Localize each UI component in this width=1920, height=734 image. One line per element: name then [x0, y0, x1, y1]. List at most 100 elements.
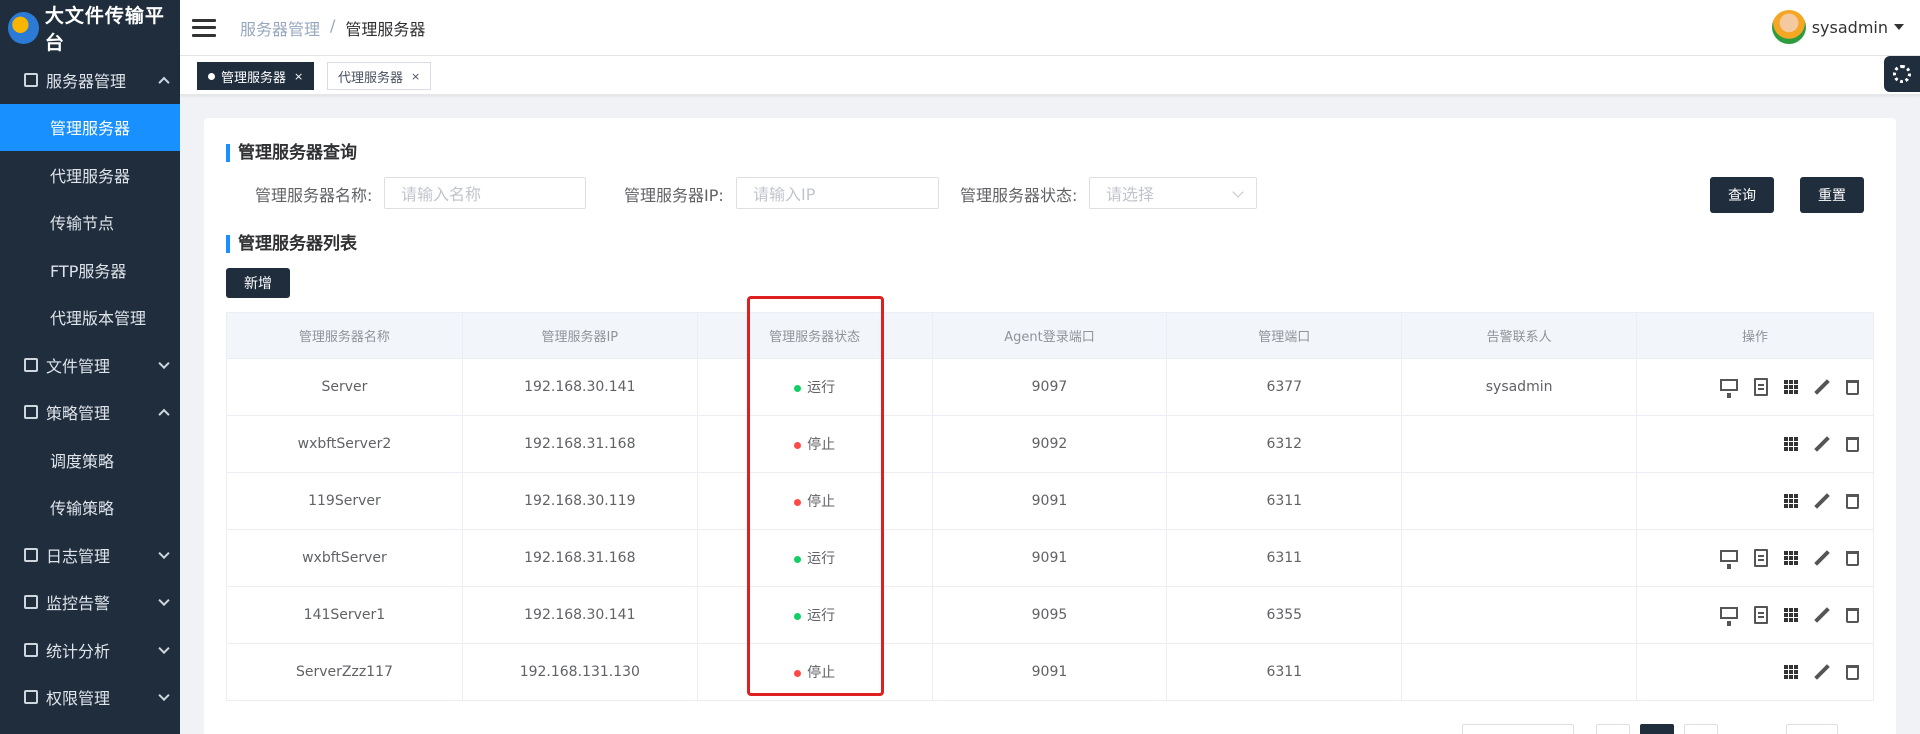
sidebar-group[interactable]: 文件管理	[0, 341, 180, 389]
cell-actions	[1636, 643, 1874, 701]
cell-status: 停止	[696, 472, 933, 530]
chevron-up-icon	[158, 408, 170, 421]
monitor-icon[interactable]	[1720, 379, 1738, 398]
breadcrumb-parent[interactable]: 服务器管理	[240, 16, 320, 40]
cell-mgmt-port: 6312	[1166, 415, 1403, 473]
trash-icon[interactable]	[1846, 436, 1859, 452]
query-title: 管理服务器查询	[226, 144, 357, 162]
close-icon[interactable]: ×	[411, 70, 420, 83]
grid-icon[interactable]	[1784, 551, 1798, 565]
page-size-select[interactable]	[1462, 724, 1574, 734]
brand-title: 大文件传输平台	[44, 5, 165, 54]
cell-name: 119Server	[226, 472, 463, 530]
sidebar-item[interactable]: FTP服务器	[0, 246, 180, 294]
sidebar-item[interactable]: 代理版本管理	[0, 294, 180, 342]
trash-icon[interactable]	[1846, 379, 1859, 395]
cell-contact	[1401, 415, 1638, 473]
menu-group-icon	[24, 595, 38, 610]
status-dot-icon	[794, 498, 802, 506]
chevron-down-icon	[158, 642, 170, 654]
cell-name: Server	[226, 358, 463, 416]
avatar[interactable]	[1771, 10, 1806, 44]
edit-icon[interactable]	[1814, 379, 1830, 395]
edit-icon[interactable]	[1814, 436, 1830, 452]
grid-icon[interactable]	[1784, 437, 1798, 451]
sidebar-item[interactable]: 调度策略	[0, 436, 180, 484]
grid-icon[interactable]	[1784, 608, 1798, 622]
main-card: 管理服务器查询 管理服务器名称: 请输入名称 管理服务器IP: 请输入IP 管理…	[204, 118, 1896, 734]
cell-mgmt-port: 6377	[1166, 358, 1403, 416]
trash-icon[interactable]	[1846, 607, 1859, 623]
edit-icon[interactable]	[1814, 550, 1830, 566]
table-header-row: 管理服务器名称 管理服务器IP 管理服务器状态 Agent登录端口 管理端口 告…	[226, 312, 1874, 359]
document-icon[interactable]	[1754, 549, 1768, 567]
status-text: 停止	[807, 437, 836, 453]
sidebar-group-label: 监控告警	[46, 594, 111, 614]
tab-manage-server[interactable]: 管理服务器 ×	[197, 62, 315, 90]
brand: 大文件传输平台	[0, 0, 180, 56]
cell-actions	[1636, 529, 1874, 587]
sidebar-group[interactable]: 服务器管理	[0, 56, 180, 104]
add-button[interactable]: 新增	[226, 268, 290, 298]
col-mgmt-port: 管理端口	[1166, 312, 1403, 359]
settings-button[interactable]	[1884, 56, 1920, 92]
sidebar-item[interactable]: 代理服务器	[0, 151, 180, 199]
current-page-button[interactable]	[1640, 724, 1674, 734]
trash-icon[interactable]	[1846, 550, 1859, 566]
menu-group-icon	[24, 690, 38, 705]
cell-ip: 192.168.31.168	[461, 415, 698, 473]
username[interactable]: sysadmin	[1812, 18, 1888, 37]
prev-page-button[interactable]	[1596, 724, 1630, 734]
tab-label: 管理服务器	[221, 70, 287, 86]
edit-icon[interactable]	[1814, 493, 1830, 509]
sidebar-group[interactable]: 策略管理	[0, 389, 180, 437]
status-text: 运行	[807, 608, 836, 624]
monitor-icon[interactable]	[1720, 607, 1738, 626]
sidebar-group[interactable]: 统计分析	[0, 626, 180, 674]
sidebar-group-label: 服务器管理	[46, 71, 127, 91]
sidebar-item[interactable]: 传输节点	[0, 199, 180, 247]
sidebar-item[interactable]: 管理服务器	[0, 103, 180, 151]
sidebar-group[interactable]: 监控告警	[0, 579, 180, 627]
table-row: Server 192.168.30.141 运行 9097 6377 sysadmin	[226, 358, 1874, 416]
tab-proxy-server[interactable]: 代理服务器 ×	[327, 62, 432, 90]
reset-button[interactable]: 重置	[1800, 177, 1864, 213]
sidebar-group[interactable]: 日志管理	[0, 531, 180, 579]
edit-icon[interactable]	[1814, 664, 1830, 680]
sidebar-item[interactable]: 传输策略	[0, 484, 180, 532]
edit-icon[interactable]	[1814, 607, 1830, 623]
cell-agent-port: 9091	[931, 529, 1168, 587]
sidebar-menu: 服务器管理管理服务器 代理服务器 传输节点 FTP服务器 代理版本管理 文件管理策略管理调…	[0, 56, 180, 721]
document-icon[interactable]	[1754, 606, 1768, 624]
name-input[interactable]: 请输入名称	[384, 177, 586, 209]
cell-contact	[1401, 472, 1638, 530]
grid-icon[interactable]	[1784, 665, 1798, 679]
grid-icon[interactable]	[1784, 494, 1798, 508]
ip-input[interactable]: 请输入IP	[736, 177, 939, 209]
status-text: 停止	[807, 665, 836, 681]
list-title: 管理服务器列表	[226, 235, 357, 253]
sidebar-group[interactable]: 权限管理	[0, 674, 180, 722]
monitor-icon[interactable]	[1720, 550, 1738, 569]
status-select[interactable]: 请选择	[1089, 177, 1257, 209]
hamburger-icon[interactable]	[192, 18, 216, 37]
close-icon[interactable]: ×	[294, 70, 303, 83]
next-page-button[interactable]	[1684, 724, 1718, 734]
document-icon[interactable]	[1754, 378, 1768, 396]
chevron-down-icon	[158, 594, 170, 607]
col-contact: 告警联系人	[1401, 312, 1638, 359]
status-label: 管理服务器状态:	[960, 186, 1078, 205]
breadcrumb: 服务器管理 / 管理服务器	[240, 16, 425, 40]
sidebar-group-label: 策略管理	[46, 404, 111, 424]
user-menu[interactable]: sysadmin	[1771, 10, 1904, 44]
trash-icon[interactable]	[1846, 493, 1859, 509]
search-button[interactable]: 查询	[1710, 177, 1774, 213]
caret-down-icon[interactable]	[1894, 24, 1904, 30]
grid-icon[interactable]	[1784, 380, 1798, 394]
cell-contact: sysadmin	[1401, 358, 1638, 416]
trash-icon[interactable]	[1846, 664, 1859, 680]
tab-label: 代理服务器	[338, 70, 404, 86]
jump-page-input[interactable]	[1786, 724, 1838, 734]
cell-mgmt-port: 6311	[1166, 529, 1403, 587]
chevron-up-icon	[158, 76, 170, 88]
